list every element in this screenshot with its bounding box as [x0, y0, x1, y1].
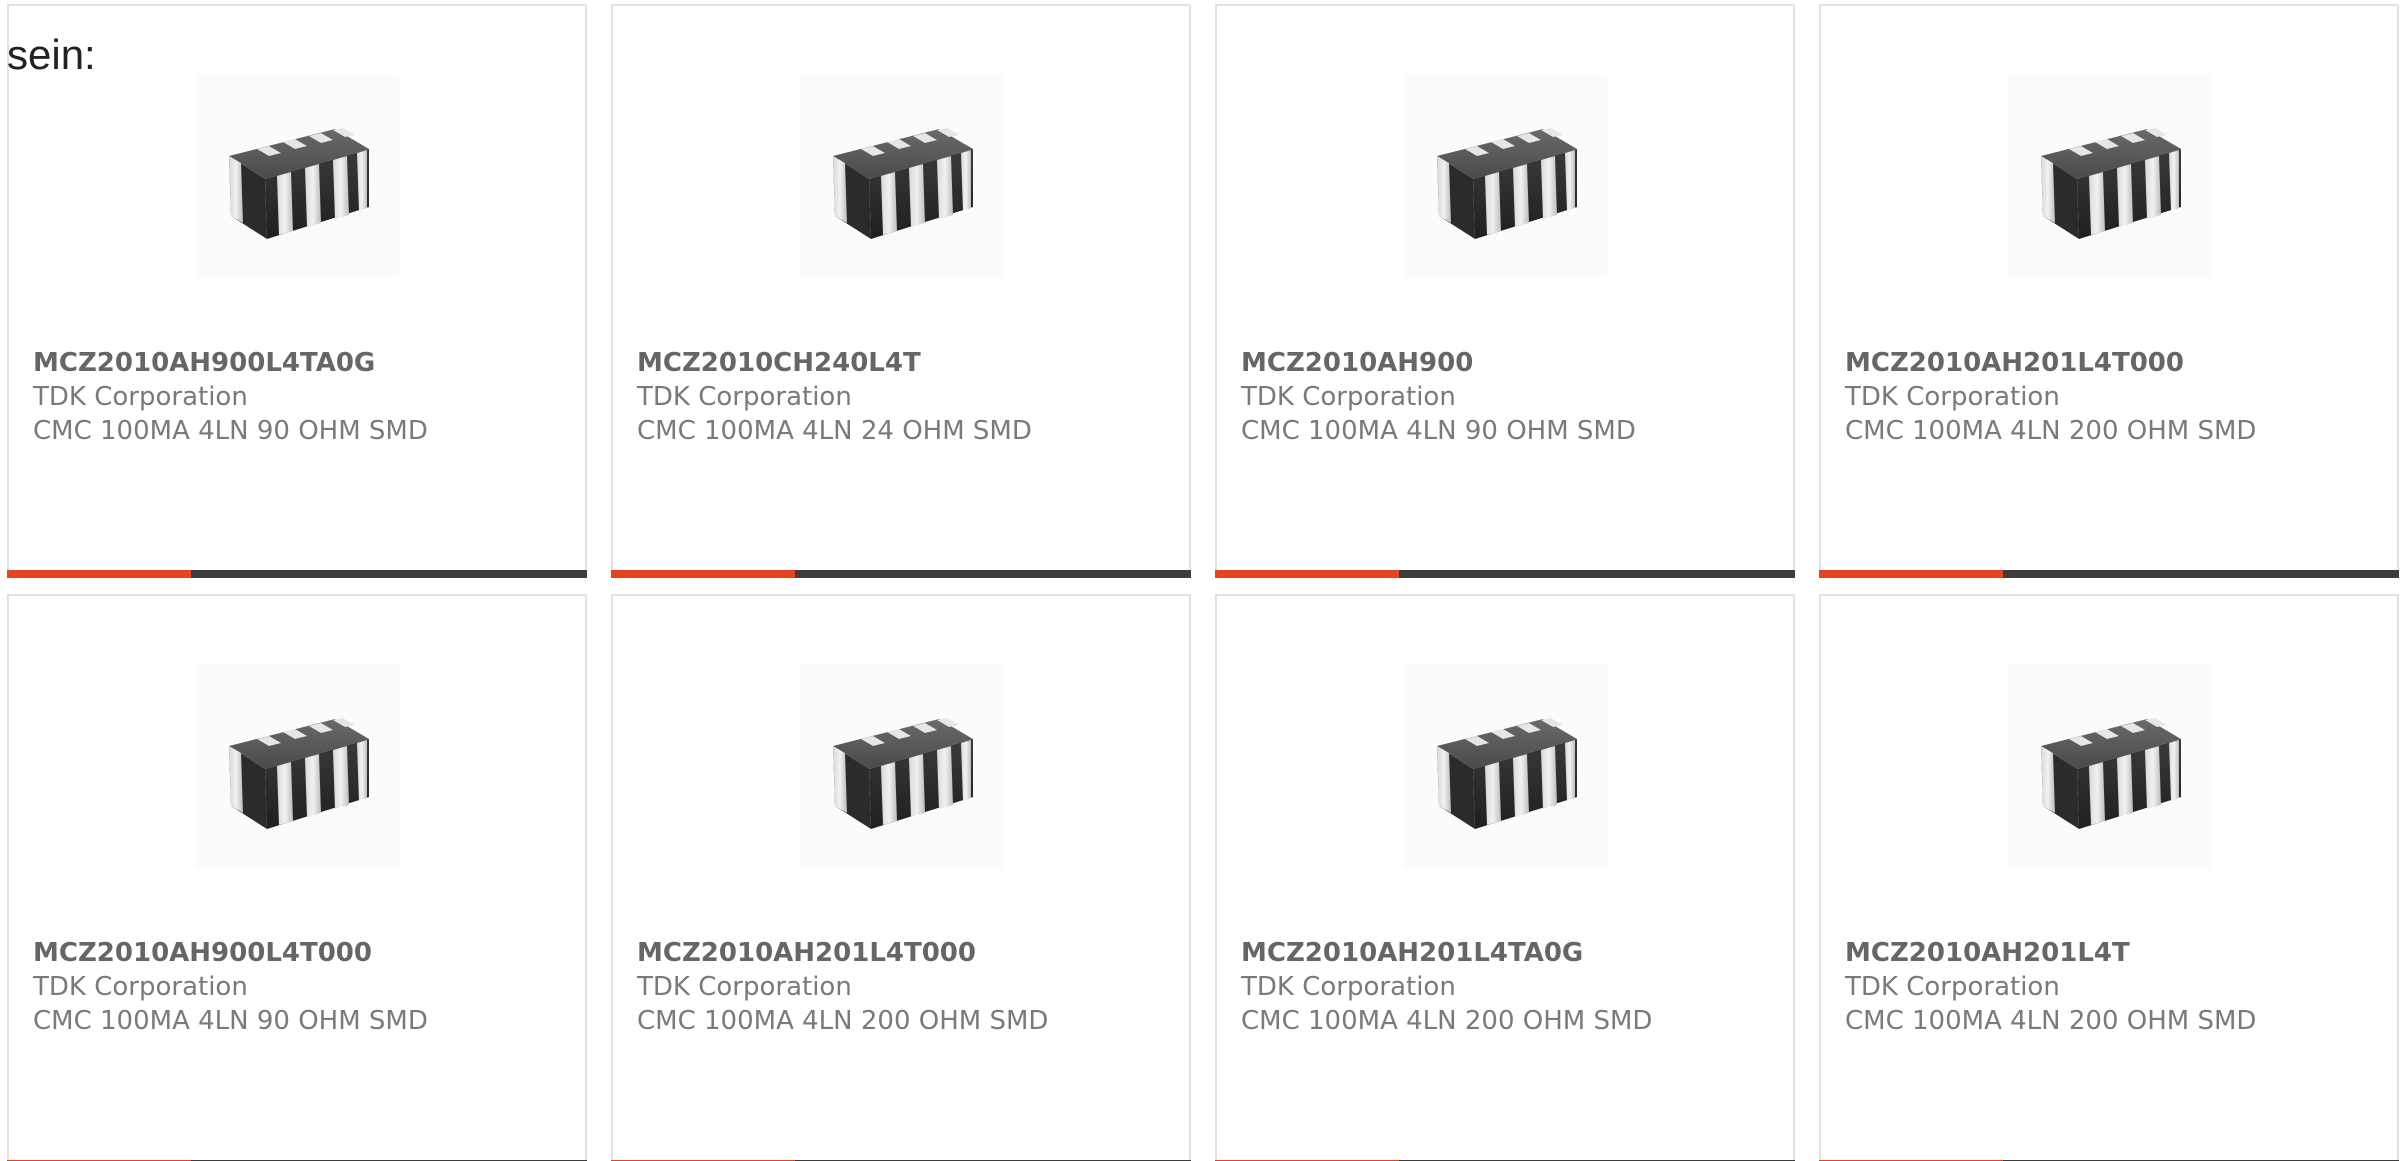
part-number[interactable]: MCZ2010AH201L4T000	[1845, 346, 2381, 380]
product-description: CMC 100MA 4LN 200 OHM SMD	[1845, 1006, 2257, 1036]
card-footer-accent	[7, 570, 191, 578]
card-footer-bar	[1819, 570, 2399, 578]
product-image[interactable]	[195, 74, 399, 278]
smd-chip-icon	[229, 128, 369, 239]
card-footer-accent	[1819, 570, 2003, 578]
product-description: CMC 100MA 4LN 90 OHM SMD	[33, 1006, 428, 1036]
product-card[interactable]: MCZ2010AH201L4TA0G TDK Corporation CMC 1…	[1215, 594, 1795, 1161]
manufacturer-name: TDK Corporation	[33, 382, 248, 412]
card-footer-bar	[611, 570, 1191, 578]
product-info: MCZ2010AH201L4T000 TDK Corporation CMC 1…	[1845, 346, 2381, 448]
product-grid: MCZ2010AH900L4TA0G TDK Corporation CMC 1…	[7, 4, 2400, 1161]
product-description: CMC 100MA 4LN 90 OHM SMD	[1241, 416, 1636, 446]
card-footer-bar	[1215, 570, 1795, 578]
part-number[interactable]: MCZ2010AH900L4TA0G	[33, 346, 569, 380]
product-info: MCZ2010AH900L4TA0G TDK Corporation CMC 1…	[33, 346, 569, 448]
product-image[interactable]	[799, 74, 1003, 278]
product-card[interactable]: MCZ2010AH900L4TA0G TDK Corporation CMC 1…	[7, 4, 587, 578]
intro-text: sein:	[7, 31, 96, 78]
product-card[interactable]: MCZ2010AH900L4T000 TDK Corporation CMC 1…	[7, 594, 587, 1161]
smd-chip-icon	[1437, 128, 1577, 239]
part-number[interactable]: MCZ2010AH201L4TA0G	[1241, 936, 1777, 970]
product-card[interactable]: MCZ2010AH900 TDK Corporation CMC 100MA 4…	[1215, 4, 1795, 578]
part-number[interactable]: MCZ2010AH900L4T000	[33, 936, 569, 970]
smd-chip-icon	[833, 718, 973, 829]
product-info: MCZ2010AH900L4T000 TDK Corporation CMC 1…	[33, 936, 569, 1038]
smd-chip-icon	[229, 718, 369, 829]
product-card[interactable]: MCZ2010AH201L4T TDK Corporation CMC 100M…	[1819, 594, 2399, 1161]
product-info: MCZ2010CH240L4T TDK Corporation CMC 100M…	[637, 346, 1173, 448]
product-info: MCZ2010AH201L4T TDK Corporation CMC 100M…	[1845, 936, 2381, 1038]
smd-chip-icon	[2041, 128, 2181, 239]
product-description: CMC 100MA 4LN 200 OHM SMD	[1241, 1006, 1653, 1036]
product-card[interactable]: MCZ2010CH240L4T TDK Corporation CMC 100M…	[611, 4, 1191, 578]
product-description: CMC 100MA 4LN 24 OHM SMD	[637, 416, 1032, 446]
manufacturer-name: TDK Corporation	[637, 972, 852, 1002]
manufacturer-name: TDK Corporation	[33, 972, 248, 1002]
smd-chip-icon	[1437, 718, 1577, 829]
product-card[interactable]: MCZ2010AH201L4T000 TDK Corporation CMC 1…	[1819, 4, 2399, 578]
smd-chip-icon	[2041, 718, 2181, 829]
page: sein: MCZ2010AH900L4TA0G TDK Corporation…	[0, 0, 2400, 1161]
manufacturer-name: TDK Corporation	[1845, 972, 2060, 1002]
manufacturer-name: TDK Corporation	[1845, 382, 2060, 412]
product-image[interactable]	[1403, 74, 1607, 278]
product-image[interactable]	[2007, 664, 2211, 868]
part-number[interactable]: MCZ2010AH201L4T	[1845, 936, 2381, 970]
product-image[interactable]	[195, 664, 399, 868]
product-description: CMC 100MA 4LN 200 OHM SMD	[1845, 416, 2257, 446]
manufacturer-name: TDK Corporation	[637, 382, 852, 412]
product-description: CMC 100MA 4LN 200 OHM SMD	[637, 1006, 1049, 1036]
product-card[interactable]: MCZ2010AH201L4T000 TDK Corporation CMC 1…	[611, 594, 1191, 1161]
manufacturer-name: TDK Corporation	[1241, 972, 1456, 1002]
product-image[interactable]	[799, 664, 1003, 868]
card-footer-bar	[7, 570, 587, 578]
product-image[interactable]	[2007, 74, 2211, 278]
product-info: MCZ2010AH900 TDK Corporation CMC 100MA 4…	[1241, 346, 1777, 448]
product-info: MCZ2010AH201L4T000 TDK Corporation CMC 1…	[637, 936, 1173, 1038]
product-image[interactable]	[1403, 664, 1607, 868]
part-number[interactable]: MCZ2010AH201L4T000	[637, 936, 1173, 970]
part-number[interactable]: MCZ2010CH240L4T	[637, 346, 1173, 380]
card-footer-accent	[1215, 570, 1399, 578]
product-description: CMC 100MA 4LN 90 OHM SMD	[33, 416, 428, 446]
card-footer-accent	[611, 570, 795, 578]
manufacturer-name: TDK Corporation	[1241, 382, 1456, 412]
smd-chip-icon	[833, 128, 973, 239]
part-number[interactable]: MCZ2010AH900	[1241, 346, 1777, 380]
product-info: MCZ2010AH201L4TA0G TDK Corporation CMC 1…	[1241, 936, 1777, 1038]
